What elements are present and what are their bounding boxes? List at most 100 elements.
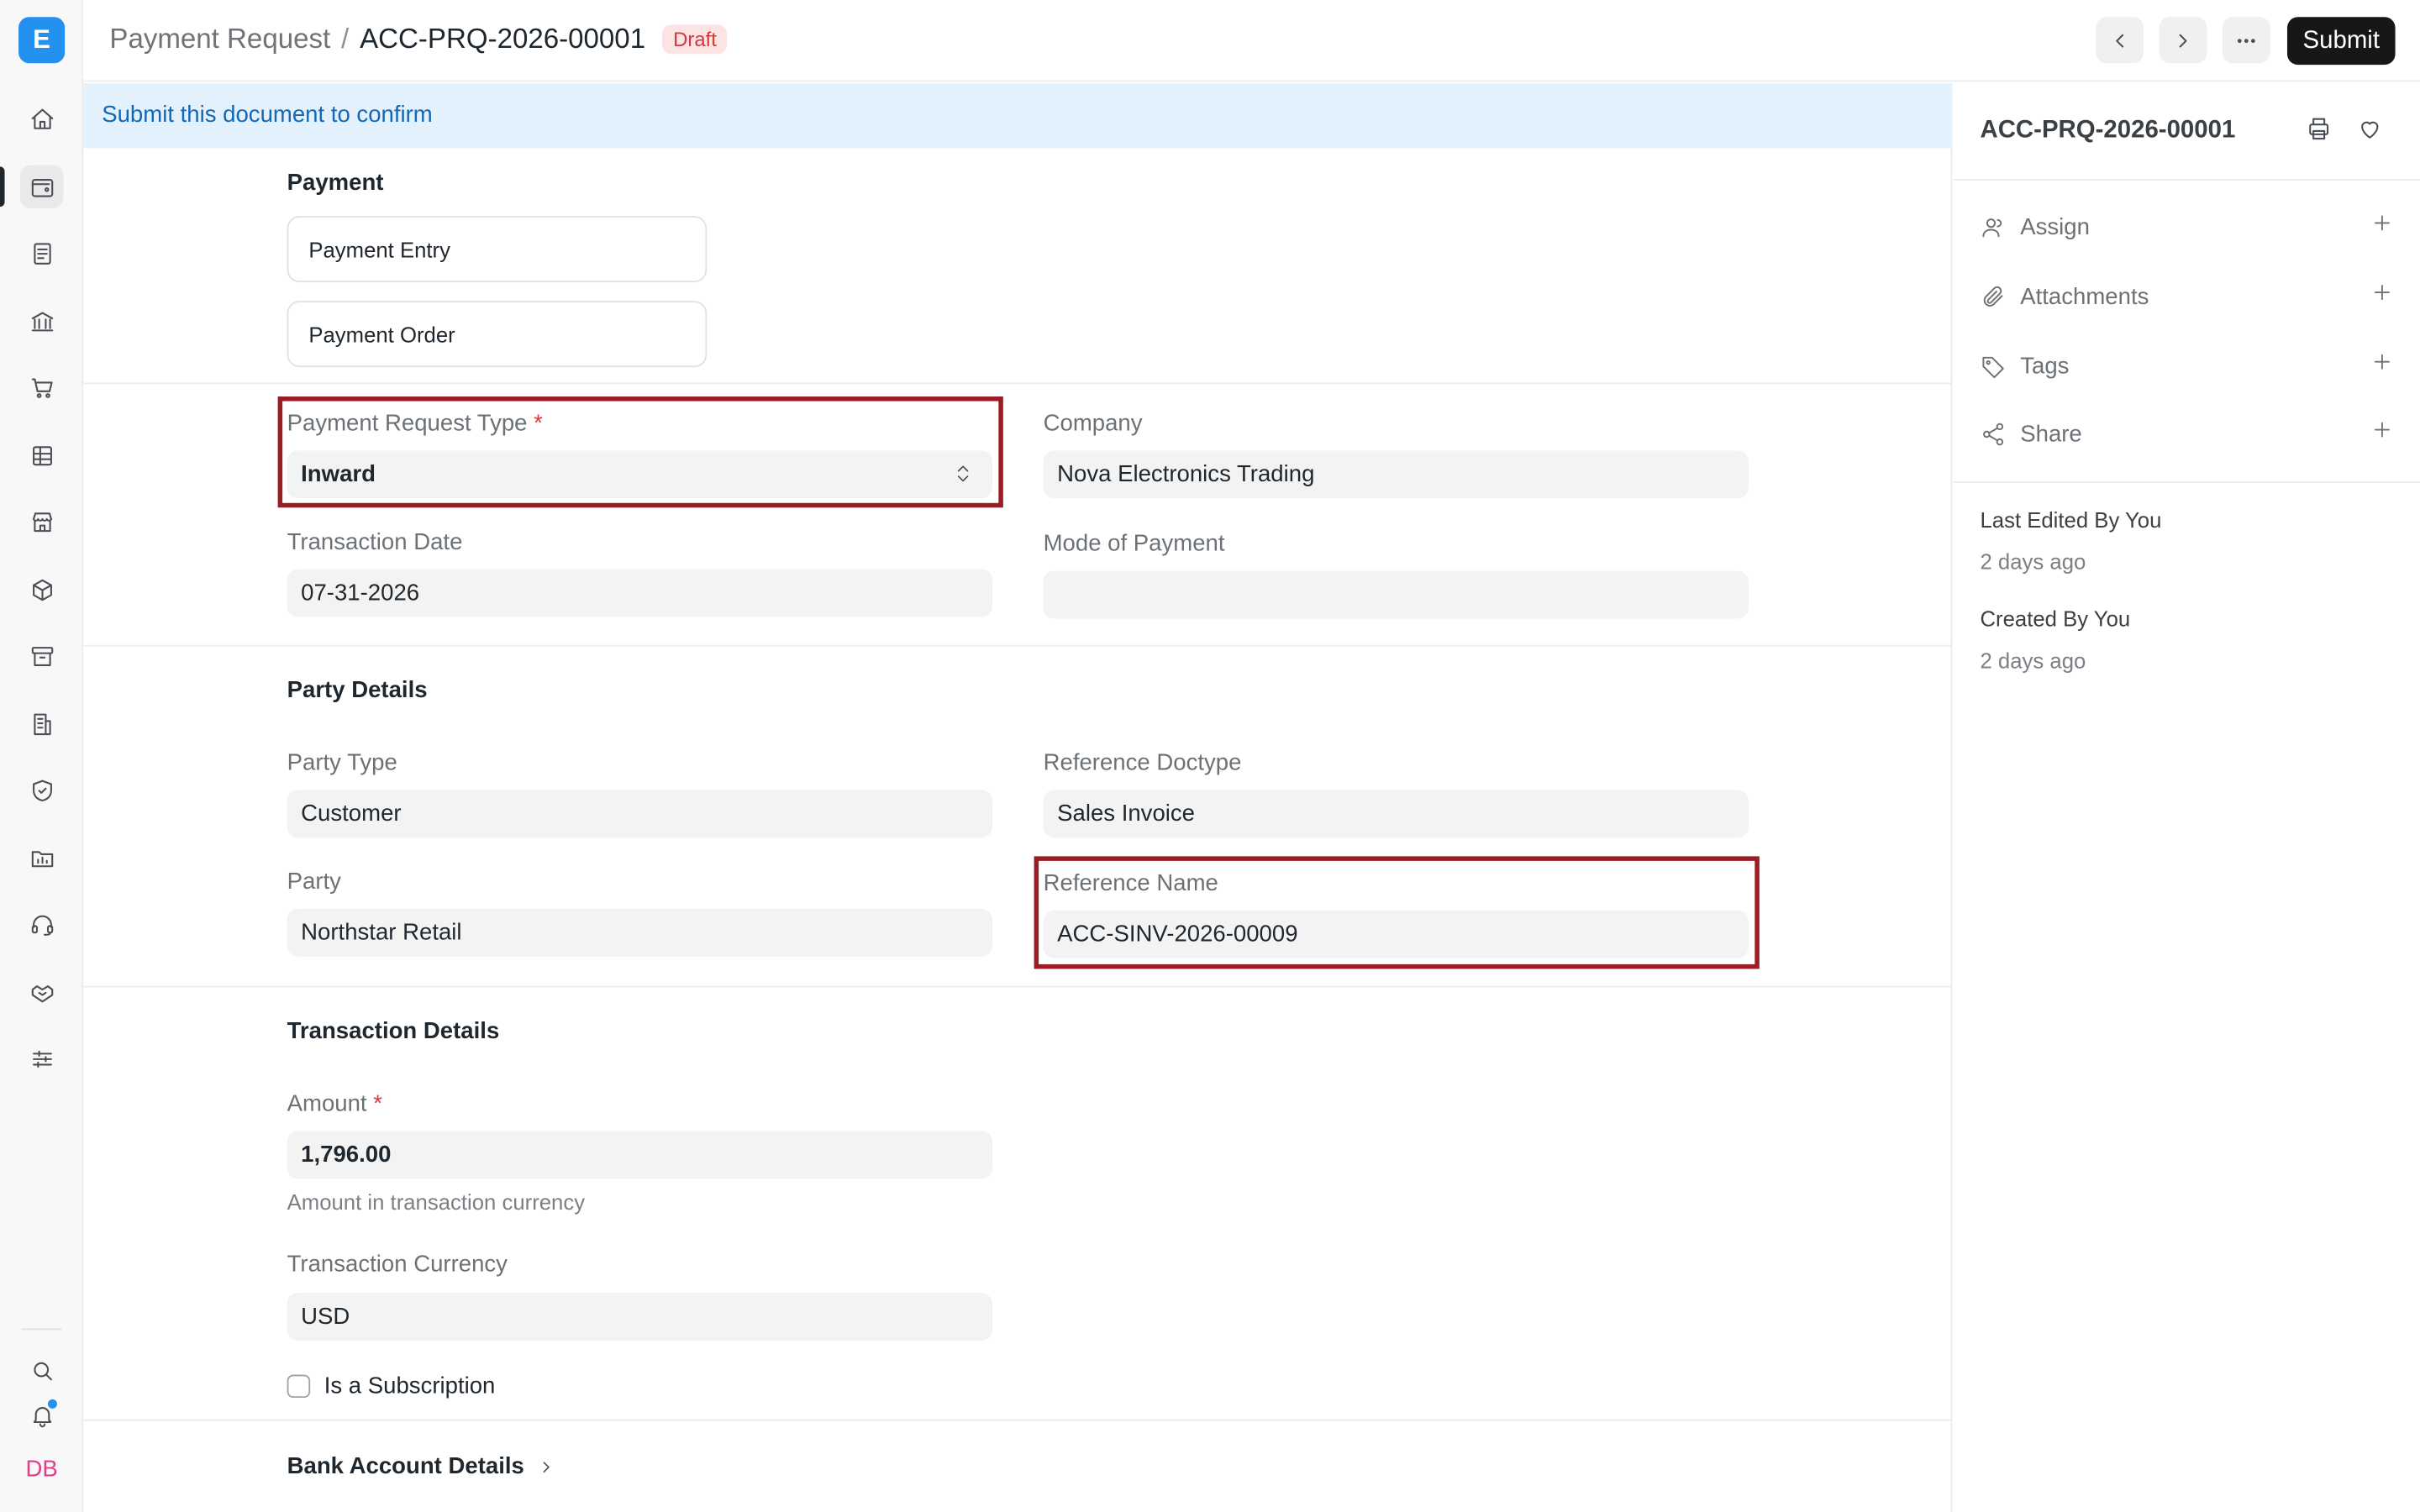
- submit-banner: Submit this document to confirm: [83, 83, 1953, 149]
- rail-divider: [21, 1328, 62, 1331]
- created-time: 2 days ago: [1980, 648, 2086, 673]
- party-label: Party: [287, 869, 341, 895]
- created-label: Created By You: [1980, 606, 2131, 632]
- rail-search[interactable]: [20, 1348, 63, 1391]
- print-button[interactable]: [2306, 116, 2337, 147]
- wallet-icon: [30, 178, 53, 197]
- printer-icon: [2309, 118, 2329, 140]
- plus-icon[interactable]: [2370, 212, 2394, 243]
- previous-doc-button[interactable]: [2096, 17, 2144, 64]
- party-details-title: Party Details: [287, 677, 428, 704]
- store-icon: [32, 512, 52, 532]
- next-doc-button[interactable]: [2159, 17, 2207, 64]
- party-type-field[interactable]: Customer: [287, 790, 992, 838]
- rail-invoices[interactable]: [20, 232, 63, 275]
- more-actions-button[interactable]: [2222, 17, 2270, 64]
- rail-notifications[interactable]: [20, 1394, 63, 1436]
- highlight-reference-name: [1034, 856, 1760, 969]
- user-icon: [1980, 213, 2006, 239]
- sidebar-item-tags[interactable]: Tags: [1980, 349, 2393, 382]
- submit-button[interactable]: Submit: [2286, 17, 2396, 66]
- chevron-right-icon: [2179, 33, 2187, 47]
- plus-icon[interactable]: [2370, 350, 2394, 381]
- transaction-details-title: Transaction Details: [287, 1018, 500, 1045]
- rail-organization[interactable]: [20, 702, 63, 745]
- section-divider: [83, 382, 1953, 385]
- rail-banking[interactable]: [20, 299, 63, 342]
- sidebar-doc-name: ACC-PRQ-2026-00001: [1980, 117, 2236, 144]
- breadcrumb-separator: /: [341, 23, 350, 55]
- rail-crm[interactable]: [20, 970, 63, 1013]
- sidebar-item-assign[interactable]: Assign: [1980, 210, 2393, 244]
- sidebar-divider: [1954, 179, 2420, 181]
- transaction-date-label: Transaction Date: [287, 528, 463, 556]
- page-header: Payment Request / ACC-PRQ-2026-00001 Dra…: [83, 0, 2420, 82]
- app-root: E DB Payment Request / ACC-PRQ-2026-0000…: [0, 0, 2420, 1512]
- notification-dot: [46, 1398, 59, 1410]
- rail-projects[interactable]: [20, 836, 63, 879]
- payment-entry-link[interactable]: Payment Entry: [287, 216, 708, 283]
- plus-icon[interactable]: [2370, 281, 2394, 312]
- is-subscription-label[interactable]: Is a Subscription: [324, 1373, 496, 1399]
- party-type-label: Party Type: [287, 749, 397, 776]
- package-icon: [32, 578, 52, 601]
- is-subscription-checkbox[interactable]: [287, 1374, 311, 1399]
- rail-stock[interactable]: [20, 568, 63, 611]
- document-sidebar: ACC-PRQ-2026-00001 Assign Attachments Ta…: [1954, 83, 2420, 1512]
- bank-account-details-toggle[interactable]: Bank Account Details: [287, 1453, 555, 1479]
- cart-icon: [30, 377, 52, 397]
- payment-order-link[interactable]: Payment Order: [287, 301, 708, 368]
- company-field[interactable]: Nova Electronics Trading: [1043, 450, 1749, 499]
- rail-accounting[interactable]: [19, 165, 64, 208]
- home-icon: [30, 108, 53, 129]
- company-label: Company: [1043, 410, 1143, 437]
- rail-support[interactable]: [20, 902, 63, 945]
- rail-selling[interactable]: [20, 500, 63, 543]
- sidebar-item-attachments[interactable]: Attachments: [1980, 279, 2393, 312]
- sidebar-item-share[interactable]: Share: [1980, 417, 2393, 450]
- sliders-icon: [32, 1049, 52, 1068]
- rail-reports[interactable]: [20, 433, 63, 476]
- user-avatar[interactable]: DB: [20, 1450, 63, 1487]
- amount-field[interactable]: 1,796.00: [287, 1131, 992, 1179]
- amount-help-text: Amount in transaction currency: [287, 1189, 586, 1215]
- app-logo[interactable]: E: [18, 17, 66, 64]
- paperclip-icon: [1980, 283, 2006, 309]
- mode-of-payment-label: Mode of Payment: [1043, 530, 1225, 558]
- chevron-left-icon: [2116, 33, 2124, 47]
- like-button[interactable]: [2357, 116, 2388, 147]
- required-mark: *: [373, 1090, 382, 1117]
- shield-icon: [32, 779, 52, 801]
- bank-icon: [30, 311, 53, 331]
- headset-icon: [30, 914, 53, 935]
- rail-active-indicator: [0, 166, 5, 207]
- transaction-currency-field[interactable]: USD: [287, 1293, 992, 1341]
- plus-icon[interactable]: [2370, 418, 2394, 449]
- sidebar-item-label: Tags: [2020, 352, 2070, 379]
- left-rail: E DB: [0, 0, 84, 1512]
- rail-buying[interactable]: [20, 365, 63, 408]
- page-title: ACC-PRQ-2026-00001: [360, 23, 646, 55]
- rail-assets[interactable]: [20, 634, 63, 677]
- sidebar-item-label: Attachments: [2020, 283, 2149, 310]
- breadcrumb: Payment Request / ACC-PRQ-2026-00001 Dra…: [109, 23, 728, 56]
- sidebar-divider: [1954, 481, 2420, 483]
- folder-chart-icon: [30, 850, 53, 867]
- breadcrumb-parent[interactable]: Payment Request: [109, 24, 330, 56]
- section-divider: [83, 1419, 1953, 1421]
- rail-home[interactable]: [20, 97, 63, 140]
- mode-of-payment-field[interactable]: [1043, 570, 1749, 619]
- sidebar-item-label: Share: [2020, 420, 2082, 447]
- tag-icon: [1980, 353, 2006, 379]
- rail-settings[interactable]: [20, 1037, 63, 1079]
- form-area: Submit this document to confirm Payment …: [83, 83, 1953, 1512]
- transaction-currency-label: Transaction Currency: [287, 1251, 508, 1278]
- rail-quality[interactable]: [20, 769, 63, 811]
- last-edited-time: 2 days ago: [1980, 549, 2086, 575]
- archive-icon: [30, 646, 53, 666]
- reference-doctype-field[interactable]: Sales Invoice: [1043, 790, 1749, 838]
- section-divider: [83, 985, 1953, 988]
- transaction-date-field[interactable]: 07-31-2026: [287, 569, 992, 617]
- status-badge: Draft: [662, 24, 728, 55]
- party-field[interactable]: Northstar Retail: [287, 908, 992, 957]
